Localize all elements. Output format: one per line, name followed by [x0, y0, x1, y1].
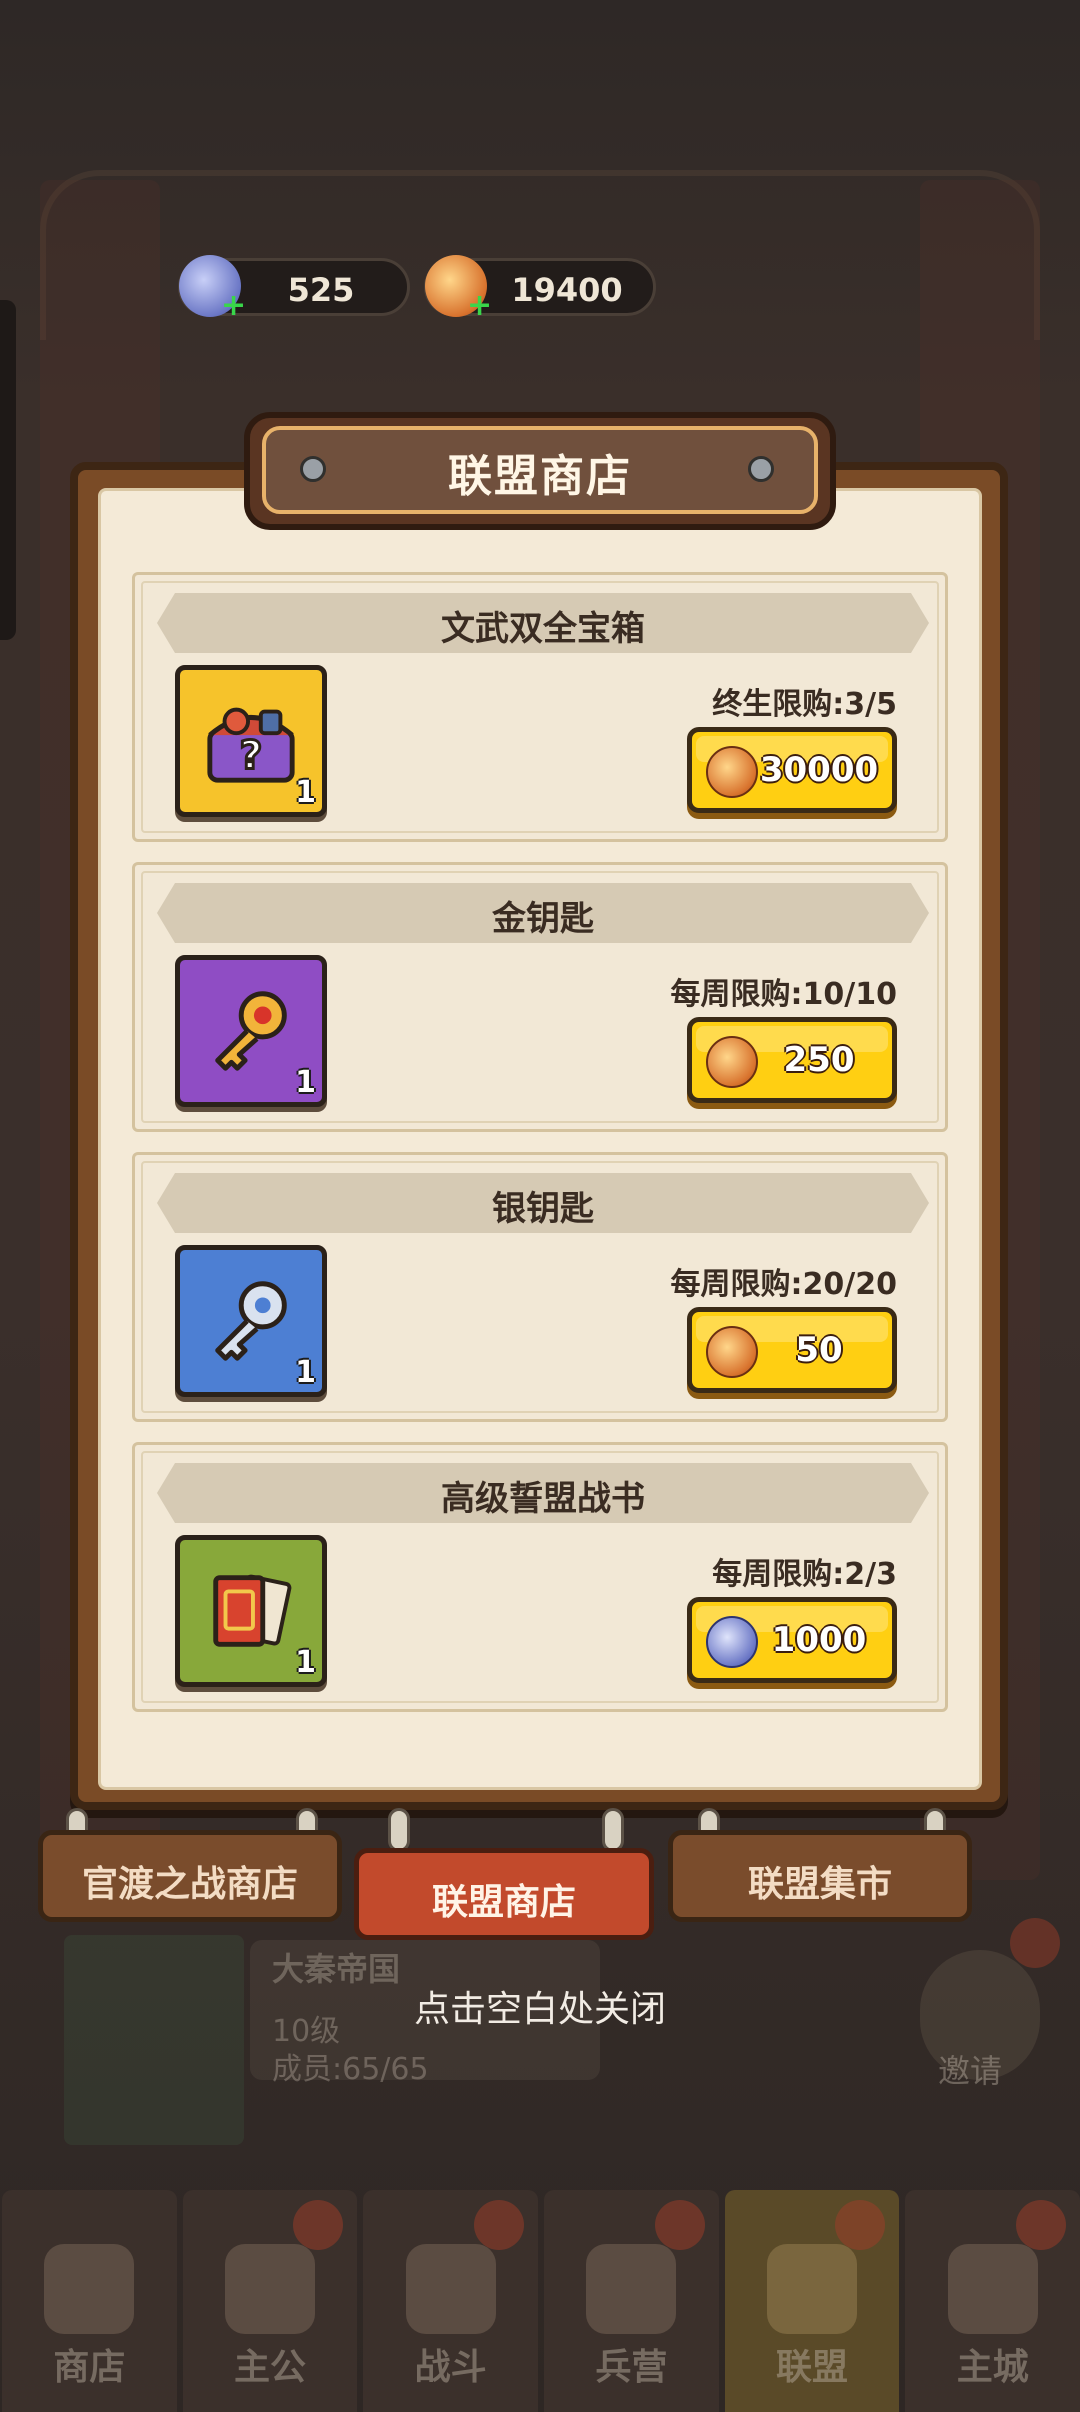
price-value: 30000: [759, 750, 879, 790]
invite-label: 邀请: [938, 2052, 1003, 2090]
guild-members: 成员:65/65: [272, 2052, 429, 2087]
shop-item: 金钥匙 1 每周限购:10/10 250: [132, 862, 948, 1132]
tab-label: 官渡之战商店: [81, 1864, 298, 1905]
nav-lord: 主公: [182, 2190, 358, 2412]
alert-icon: [1010, 1918, 1060, 1968]
item-quantity: 1: [295, 1355, 316, 1390]
close-hint[interactable]: 点击空白处关闭: [0, 1980, 1080, 2032]
purchase-limit: 每周限购:20/20: [670, 1267, 897, 1302]
tab-guandu-shop[interactable]: 官渡之战商店: [38, 1830, 342, 1922]
plus-icon: +: [467, 288, 493, 323]
item-quantity: 1: [295, 1065, 316, 1100]
nav-barracks: 兵营: [544, 2190, 719, 2412]
gold-currency[interactable]: + 19400: [424, 255, 656, 321]
side-drawer-handle: [0, 300, 16, 640]
tab-alliance-shop[interactable]: 联盟商店: [354, 1848, 654, 1940]
alert-icon: [1016, 2200, 1067, 2250]
item-icon-box[interactable]: 1: [175, 1245, 327, 1397]
alert-icon: [835, 2200, 886, 2250]
alert-icon: [474, 2200, 525, 2250]
oath-scroll-icon: [213, 1574, 292, 1647]
item-name: 高级誓盟战书: [441, 1479, 645, 1519]
purchase-limit: 终生限购:3/5: [712, 687, 897, 722]
nav-battle: 战斗: [363, 2190, 539, 2412]
nav-label: 兵营: [595, 2347, 668, 2388]
gold-amount: 19400: [511, 271, 623, 309]
item-quantity: 1: [295, 1645, 316, 1680]
alliance-flag-icon: [767, 2244, 858, 2334]
dragon-coin-icon: [706, 1036, 758, 1088]
nav-label: 主城: [956, 2347, 1029, 2388]
silver-key-icon: [215, 1281, 287, 1361]
price-value: 1000: [771, 1620, 867, 1660]
plus-icon: +: [221, 288, 247, 323]
nav-label: 联盟: [776, 2347, 849, 2388]
dragon-gem-icon: [706, 1616, 758, 1668]
nav-label: 主公: [234, 2347, 307, 2388]
tab-label: 联盟集市: [747, 1864, 892, 1905]
nav-main-city: 主城: [905, 2190, 1080, 2412]
scroll-map-icon: [947, 2244, 1038, 2334]
item-name: 银钥匙: [492, 1189, 594, 1229]
lord-icon: [225, 2244, 315, 2334]
bow-icon: [586, 2244, 677, 2334]
nav-label: 商店: [53, 2347, 126, 2388]
tab-label: 联盟商店: [431, 1882, 576, 1923]
rope-icon: [388, 1808, 410, 1852]
item-icon-box[interactable]: 1: [175, 1535, 327, 1687]
item-name: 金钥匙: [492, 899, 594, 939]
buy-button[interactable]: 1000: [687, 1597, 897, 1683]
alert-icon: [293, 2200, 344, 2250]
gold-key-icon: [215, 991, 287, 1071]
alert-icon: [654, 2200, 705, 2250]
dragon-coin-icon: [706, 1326, 758, 1378]
price-value: 250: [783, 1040, 855, 1080]
nav-shop: 商店: [2, 2190, 177, 2412]
mystery-chest-icon: ?: [207, 707, 295, 783]
shop-item: 文武双全宝箱 ? 1 终生限购:3/5 30000: [132, 572, 948, 842]
modal-title: 联盟商店: [448, 451, 632, 502]
shop-item: 银钥匙 1 每周限购:20/20 50: [132, 1152, 948, 1422]
nav-label: 战斗: [414, 2347, 487, 2388]
bottom-nav: 商店 主公 战斗 兵营 联盟 主城: [0, 2190, 1080, 2412]
purchase-limit: 每周限购:10/10: [670, 977, 897, 1012]
svg-text:?: ?: [240, 733, 263, 778]
item-quantity: 1: [295, 775, 316, 810]
nav-alliance: 联盟: [724, 2190, 900, 2412]
shop-item: 高级誓盟战书 1 每周限购:2/3 1000: [132, 1442, 948, 1712]
item-icon-box[interactable]: ? 1: [175, 665, 327, 817]
buy-button[interactable]: 30000: [687, 727, 897, 813]
shop-icon: [44, 2244, 135, 2334]
dragon-coin-icon: [706, 746, 758, 798]
gem-amount: 525: [287, 271, 355, 309]
purchase-limit: 每周限购:2/3: [712, 1557, 897, 1592]
guild-banner: [64, 1935, 244, 2145]
buy-button[interactable]: 50: [687, 1307, 897, 1393]
crossed-swords-icon: [405, 2244, 496, 2334]
item-name: 文武双全宝箱: [441, 609, 645, 649]
tab-alliance-market[interactable]: 联盟集市: [668, 1830, 972, 1922]
price-value: 50: [795, 1330, 843, 1370]
item-icon-box[interactable]: 1: [175, 955, 327, 1107]
buy-button[interactable]: 250: [687, 1017, 897, 1103]
rope-icon: [602, 1808, 624, 1852]
gem-currency[interactable]: + 525: [178, 255, 410, 321]
